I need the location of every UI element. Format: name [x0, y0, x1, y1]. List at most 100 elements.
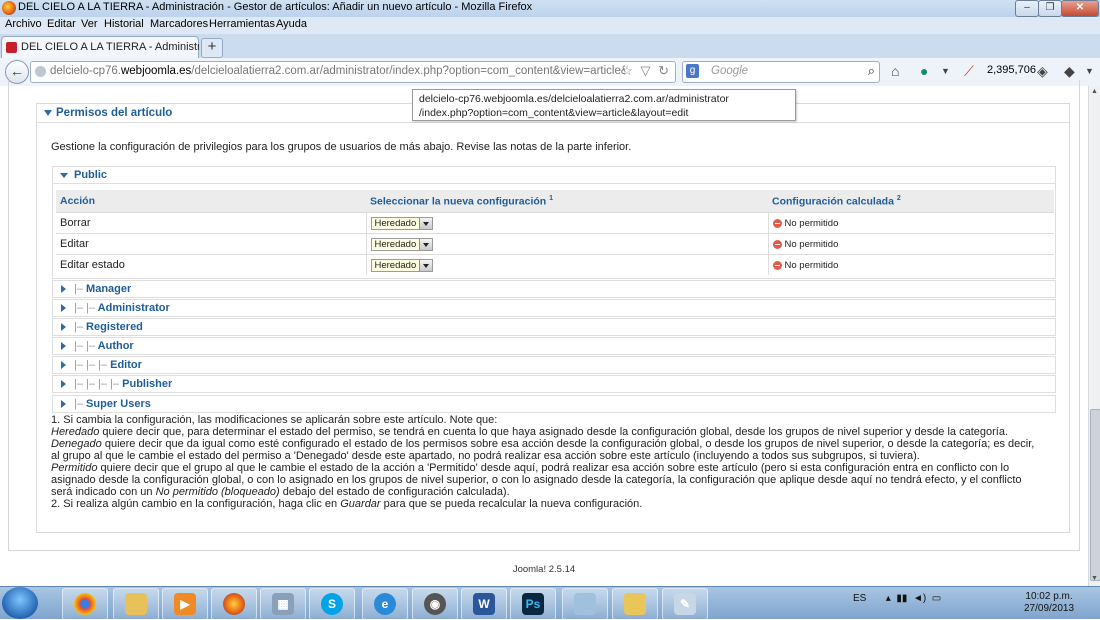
window-title: DEL CIELO A LA TIERRA - Administración -… — [18, 1, 533, 13]
menu-bar: Archivo Editar Ver Historial Marcadores … — [0, 17, 1100, 34]
group-editor[interactable]: |– |– |– Editor — [52, 356, 1056, 374]
addon-dropdown-icon[interactable]: ▼ — [941, 66, 950, 76]
explorer-icon[interactable] — [113, 588, 159, 620]
windows-taskbar: ▶ ▦ S e ◉ W Ps ✎ ES ▴ ▮▮ ◄) ▭ 10:02 p.m.… — [0, 586, 1100, 620]
chrome-icon[interactable] — [62, 588, 108, 620]
home-icon[interactable]: ⌂ — [891, 63, 899, 79]
expand-arrow-icon — [61, 400, 66, 408]
minimize-button[interactable]: ‒ — [1015, 0, 1039, 17]
group-publisher[interactable]: |– |– |– |– Publisher — [52, 375, 1056, 393]
denied-icon — [772, 239, 782, 249]
menu-editar[interactable]: Editar — [47, 18, 76, 30]
scrollbar-thumb[interactable] — [1090, 409, 1100, 581]
new-tab-button[interactable]: + — [201, 38, 223, 58]
calculator-icon[interactable]: ▦ — [260, 588, 306, 620]
setting-select[interactable]: Heredado — [370, 258, 433, 272]
group-administrator[interactable]: |– |– Administrator — [52, 299, 1056, 317]
group-super-users[interactable]: |– Super Users — [52, 395, 1056, 413]
tab-strip: DEL CIELO A LA TIERRA - Administració...… — [0, 34, 1100, 59]
menu-marcadores[interactable]: Marcadores — [150, 18, 208, 30]
table-header-row: Acción Seleccionar la nueva configuració… — [56, 190, 1054, 213]
stats-icon[interactable]: ⟋ — [964, 63, 974, 80]
chevron-down-icon[interactable] — [418, 259, 432, 271]
photoshop-icon[interactable]: Ps — [510, 588, 556, 620]
tray-expand-icon[interactable]: ▴ — [886, 593, 891, 604]
tab-label: DEL CIELO A LA TIERRA - Administració... — [21, 41, 199, 53]
maximize-button[interactable]: ❐ — [1038, 0, 1062, 17]
extension-icon[interactable]: ◆ — [1064, 63, 1075, 80]
folder-icon[interactable] — [612, 588, 658, 620]
skype-icon[interactable]: S — [309, 588, 355, 620]
group-manager[interactable]: |– Manager — [52, 280, 1056, 298]
close-button[interactable]: ✕ — [1061, 0, 1099, 17]
group-registered[interactable]: |– Registered — [52, 318, 1056, 336]
permissions-notes: 1. Si cambia la configuración, las modif… — [51, 414, 1041, 510]
chevron-down-icon[interactable] — [418, 238, 432, 250]
calculated-status: No permitido — [772, 218, 838, 229]
menu-herramientas[interactable]: Herramientas — [209, 18, 275, 30]
content-frame: Permisos del artículo Gestione la config… — [8, 80, 1080, 551]
search-icon[interactable]: ⌕ — [868, 63, 875, 79]
internet-explorer-icon[interactable]: e — [362, 588, 408, 620]
shield-icon[interactable]: ◈ — [1037, 63, 1048, 80]
language-indicator[interactable]: ES — [853, 593, 866, 604]
firefox-taskbar-icon[interactable] — [211, 588, 257, 620]
bookmark-star-icon[interactable]: ☆ ▽ ↻ — [621, 63, 671, 79]
page-content: Permisos del artículo Gestione la config… — [0, 80, 1088, 586]
system-tray: ES ▴ ▮▮ ◄) ▭ — [853, 593, 941, 604]
table-row: Borrar Heredado No permitido — [56, 212, 1054, 234]
tab-active[interactable]: DEL CIELO A LA TIERRA - Administració... — [1, 36, 199, 59]
denied-icon — [772, 260, 782, 270]
permissions-description: Gestione la configuración de privilegios… — [51, 141, 632, 153]
group-label: Publisher — [122, 378, 173, 390]
group-label: Author — [97, 340, 134, 352]
google-engine-icon[interactable]: g — [686, 64, 699, 78]
vertical-scrollbar[interactable]: ▲ ▼ — [1088, 86, 1100, 586]
group-public-body: Acción Seleccionar la nueva configuració… — [52, 170, 1056, 279]
action-label: Editar estado — [56, 254, 366, 275]
volume-icon[interactable]: ◄) — [913, 593, 926, 604]
group-label: Manager — [86, 283, 132, 295]
setting-select[interactable]: Heredado — [370, 237, 433, 251]
group-label: Super Users — [86, 398, 151, 410]
scroll-down-icon[interactable]: ▼ — [1091, 575, 1098, 582]
addon-icon[interactable]: ● — [920, 63, 928, 79]
expand-arrow-icon — [61, 323, 66, 331]
setting-select[interactable]: Heredado — [370, 216, 433, 230]
word-icon[interactable]: W — [461, 588, 507, 620]
menu-historial[interactable]: Historial — [104, 18, 144, 30]
group-label: Administrator — [97, 302, 170, 314]
menu-archivo[interactable]: Archivo — [5, 18, 42, 30]
menu-dropdown-icon[interactable]: ▼ — [1085, 66, 1094, 76]
group-author[interactable]: |– |– Author — [52, 337, 1056, 355]
power-icon[interactable]: ▭ — [932, 593, 941, 604]
calculated-status: No permitido — [772, 260, 838, 271]
start-button[interactable] — [2, 587, 38, 619]
site-identity-icon[interactable] — [35, 66, 46, 77]
menu-ayuda[interactable]: Ayuda — [276, 18, 307, 30]
expand-arrow-icon — [61, 304, 66, 312]
clock[interactable]: 10:02 p.m. 27/09/2013 — [1024, 591, 1074, 615]
notepad-icon[interactable] — [562, 588, 608, 620]
webcam-icon[interactable]: ◉ — [412, 588, 458, 620]
network-icon[interactable]: ▮▮ — [896, 593, 907, 604]
permissions-panel: Permisos del artículo Gestione la config… — [36, 103, 1070, 533]
calculated-status: No permitido — [772, 239, 838, 250]
scroll-up-icon[interactable]: ▲ — [1091, 88, 1098, 95]
table-row: Editar estado Heredado No permitido — [56, 254, 1054, 275]
menu-ver[interactable]: Ver — [81, 18, 98, 30]
note-denegado: Denegado quiere decir que da igual como … — [51, 438, 1035, 462]
column-new-setting: Seleccionar la nueva configuración 1 — [366, 190, 768, 213]
expand-arrow-icon — [61, 361, 66, 369]
url-text: delcielo-cp76.webjoomla.es/delcieloalati… — [50, 65, 625, 77]
counter-text: 2,395,706 — [987, 64, 1036, 76]
chevron-down-icon[interactable] — [418, 217, 432, 229]
collapse-arrow-icon — [44, 110, 52, 116]
joomla-version: Joomla! 2.5.14 — [512, 564, 576, 575]
paint-icon[interactable]: ✎ — [662, 588, 708, 620]
media-player-icon[interactable]: ▶ — [162, 588, 208, 620]
note-permitido: Permitido quiere decir que el grupo al q… — [51, 462, 1022, 498]
column-action: Acción — [56, 190, 366, 213]
expand-arrow-icon — [61, 285, 66, 293]
expand-arrow-icon — [61, 342, 66, 350]
